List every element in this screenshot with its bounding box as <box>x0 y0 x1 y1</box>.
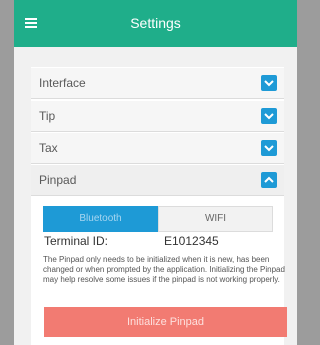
page-title: Settings <box>130 15 181 31</box>
initialize-pinpad-button[interactable]: Initialize Pinpad <box>44 307 287 337</box>
section-label: Pinpad <box>39 173 77 187</box>
section-tax[interactable]: Tax <box>31 133 284 164</box>
chevron-down-icon[interactable] <box>261 75 277 91</box>
terminal-id-value: E1012345 <box>164 234 219 248</box>
chevron-up-icon[interactable] <box>261 172 277 188</box>
section-label: Tax <box>39 141 58 155</box>
chevron-down-icon[interactable] <box>261 108 277 124</box>
section-interface[interactable]: Interface <box>31 68 284 99</box>
terminal-id-label: Terminal ID: <box>44 234 109 248</box>
pinpad-note: The Pinpad only needs to be initialized … <box>43 255 285 284</box>
chevron-down-icon[interactable] <box>261 140 277 156</box>
app-header: Settings <box>14 0 297 47</box>
section-tip[interactable]: Tip <box>31 101 284 132</box>
wifi-toggle[interactable]: WIFI <box>158 206 273 232</box>
app-frame: Settings Interface Tip Tax Pinpad Blueto… <box>14 0 297 345</box>
section-pinpad[interactable]: Pinpad <box>31 165 284 196</box>
section-label: Interface <box>39 76 86 90</box>
bluetooth-toggle[interactable]: Bluetooth <box>43 206 158 232</box>
section-label: Tip <box>39 109 56 123</box>
